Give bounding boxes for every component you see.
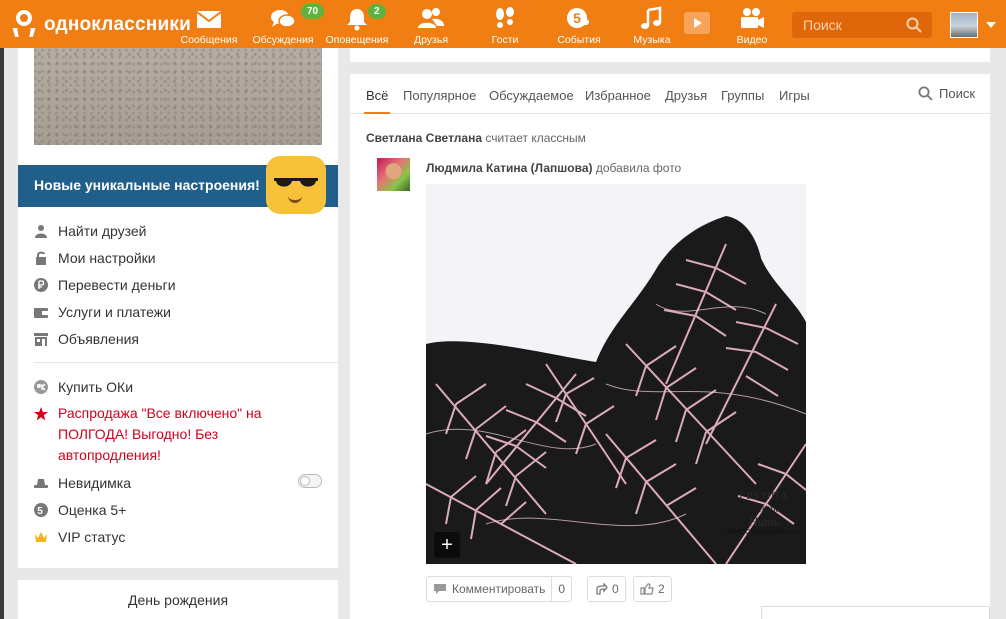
tab-all[interactable]: Всё (363, 88, 391, 114)
chat-panel-edge[interactable] (761, 606, 990, 619)
bell-icon (347, 9, 367, 31)
notifications-count-badge: 2 (368, 4, 386, 19)
thumbs-up-icon (640, 583, 654, 595)
star-icon (34, 407, 48, 421)
feed-like-line: Светлана Светлана считает классным (366, 131, 586, 145)
ok-coin-icon (34, 380, 48, 394)
feed-search-button[interactable]: Поиск (918, 86, 975, 101)
nav-video[interactable]: Видео (717, 0, 787, 48)
liker-action: считает классным (485, 131, 586, 145)
svg-text:5: 5 (573, 10, 581, 26)
photo-add-button[interactable]: + (434, 532, 460, 558)
feed-tabs: Всё Популярное Обсуждаемое Избранное Дру… (350, 74, 990, 114)
header-search (792, 12, 932, 38)
comment-count: 0 (558, 582, 566, 596)
post-header: Людмила Катина (Лапшова) добавила фото (426, 161, 681, 175)
menu-find-friends[interactable]: Найти друзей (34, 221, 147, 241)
birthday-widget: День рождения (18, 580, 338, 619)
page-edge (0, 48, 4, 619)
person-icon (35, 225, 47, 238)
lock-icon (36, 251, 46, 265)
menu-ads[interactable]: Объявления (34, 329, 139, 349)
nav-guests[interactable]: Гости (470, 0, 540, 48)
search-icon[interactable] (906, 17, 922, 33)
invisible-toggle[interactable] (298, 474, 322, 488)
share-count: 0 (612, 582, 619, 596)
menu-buy-ok[interactable]: Купить ОКи (34, 377, 133, 397)
group-watermark: ГРУППА Сюжетная Нить ПРИСОЕДИНЯЙТЕСЬ! (724, 490, 804, 536)
crown-icon (35, 532, 47, 542)
video-promo-icon[interactable] (684, 12, 710, 34)
chat-bubbles-icon (271, 10, 296, 28)
tab-groups[interactable]: Группы (721, 88, 764, 103)
discussions-count-badge: 70 (301, 4, 325, 19)
profile-photo[interactable] (34, 48, 322, 145)
menu-invisible[interactable]: Невидимка (34, 473, 131, 493)
like-count: 2 (658, 582, 665, 596)
author-name[interactable]: Людмила Катина (Лапшова) (426, 161, 593, 175)
user-avatar[interactable] (950, 12, 978, 38)
menu-divider (34, 362, 338, 363)
share-icon (596, 583, 608, 595)
svg-text:5: 5 (37, 506, 43, 517)
tab-discussed[interactable]: Обсуждаемое (489, 88, 574, 103)
five-plus-icon: 5 (34, 503, 48, 517)
music-note-icon (641, 6, 662, 29)
author-avatar[interactable] (377, 158, 410, 191)
menu-rating-5plus[interactable]: 5 Оценка 5+ (34, 500, 126, 520)
liker-name[interactable]: Светлана Светлана (366, 131, 482, 145)
header-search-input[interactable] (792, 12, 904, 38)
menu-settings[interactable]: Мои настройки (34, 248, 156, 268)
sunglasses-smiley-icon (266, 156, 326, 214)
tab-friends[interactable]: Друзья (665, 88, 707, 103)
people-icon (418, 8, 444, 28)
feed-search-label: Поиск (939, 86, 976, 101)
envelope-icon (196, 11, 222, 28)
tab-favorites[interactable]: Избранное (585, 88, 651, 103)
ok-logo-icon (12, 10, 36, 40)
footprints-icon (496, 7, 514, 28)
nav-events[interactable]: 5 События (544, 0, 614, 48)
menu-payments[interactable]: Услуги и платежи (34, 302, 171, 322)
site-name: одноклассники (44, 14, 191, 35)
storefront-icon (34, 333, 48, 346)
birthday-title: День рождения (127, 592, 229, 608)
nav-messages[interactable]: Сообщения (174, 0, 244, 48)
all-inclusive-sale-link[interactable]: Распродажа "Все включено" на ПОЛГОДА! Вы… (58, 403, 308, 466)
hat-icon (34, 479, 48, 488)
tab-games[interactable]: Игры (779, 88, 810, 103)
author-action: добавила фото (595, 161, 682, 175)
top-card-strip (350, 48, 990, 62)
share-button[interactable]: 0 (587, 576, 626, 602)
tab-popular[interactable]: Популярное (403, 88, 476, 103)
wallet-icon (34, 308, 48, 318)
ruble-coin-icon (34, 278, 48, 292)
nav-music[interactable]: Музыка (617, 0, 687, 48)
menu-transfer-money[interactable]: Перевести деньги (34, 275, 176, 295)
menu-vip[interactable]: VIP статус (34, 527, 125, 547)
comment-button[interactable]: Комментировать 0 (426, 576, 573, 602)
chevron-down-icon[interactable] (986, 22, 996, 28)
like-button[interactable]: 2 (633, 576, 672, 602)
comment-icon (434, 584, 446, 594)
mood-promo-text: Новые уникальные настроения! (34, 177, 260, 193)
camera-icon (741, 8, 764, 28)
nav-friends[interactable]: Друзья (396, 0, 466, 48)
five-plus-icon: 5 (567, 8, 589, 28)
search-icon (918, 86, 933, 101)
site-logo[interactable]: одноклассники (12, 10, 191, 40)
